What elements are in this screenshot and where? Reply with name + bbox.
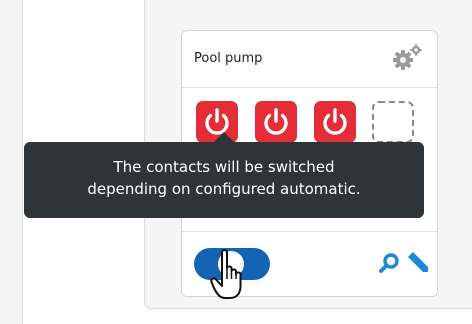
edit-icon[interactable] [404,250,430,276]
power-icon [323,108,347,135]
card-header: Pool pump [182,31,437,88]
page: Pool pump The contacts will be switched … [0,0,472,324]
tooltip-text: The contacts will be switched depending … [87,158,361,198]
power-icon [264,108,288,135]
card-title: Pool pump [194,51,263,66]
left-sidebar-edge [0,0,23,324]
tooltip: The contacts will be switched depending … [24,132,424,218]
contact-switch-3[interactable] [314,101,356,143]
search-icon[interactable] [378,252,400,274]
gear-icon[interactable] [387,41,427,73]
hand-cursor-icon [210,249,242,299]
contact-switch-2[interactable] [255,101,297,143]
tooltip-arrow [214,132,234,142]
empty-contact-slot[interactable] [372,101,414,143]
